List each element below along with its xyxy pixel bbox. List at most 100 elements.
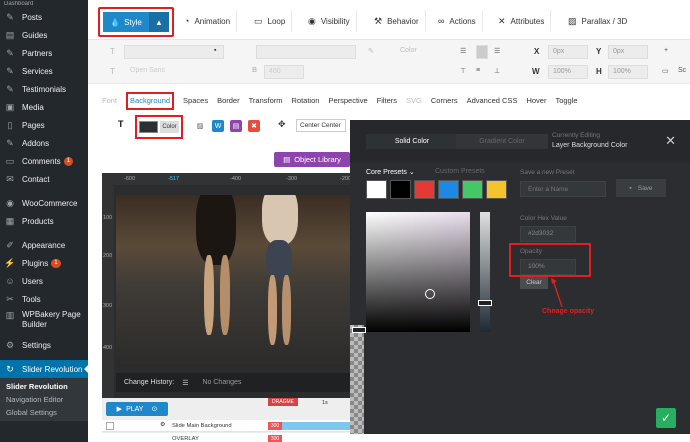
valign-top-icon[interactable]: ⊤ bbox=[460, 67, 466, 75]
sidebar-item-dashboard[interactable]: Dashboard bbox=[0, 0, 88, 8]
clear-button[interactable]: Clear bbox=[520, 277, 548, 289]
bold-icon[interactable]: B bbox=[252, 67, 257, 74]
sidebar-item-services[interactable]: ✎ Services bbox=[0, 62, 88, 80]
preset-swatch-green[interactable] bbox=[462, 180, 483, 199]
custom-presets-tab[interactable]: Custom Presets bbox=[435, 168, 485, 175]
preset-swatch-black[interactable] bbox=[390, 180, 411, 199]
font-size-field[interactable] bbox=[124, 45, 224, 59]
preset-swatch-yellow[interactable] bbox=[486, 180, 507, 199]
timeline-row[interactable]: OVERLAY 300 bbox=[102, 433, 352, 442]
object-library-button[interactable]: ▤ Object Library bbox=[274, 152, 350, 167]
play-button[interactable]: ▶ PLAY ⊙ bbox=[106, 402, 168, 416]
align-center-button[interactable] bbox=[476, 45, 488, 59]
subtab-font[interactable]: Font bbox=[102, 92, 117, 110]
background-position-select[interactable]: Center Center bbox=[296, 119, 346, 132]
tab-visibility[interactable]: ◉ Visibility bbox=[302, 10, 357, 32]
alpha-strip[interactable] bbox=[350, 325, 364, 434]
subtab-rotation[interactable]: Rotation bbox=[292, 92, 320, 110]
sidebar-item-woocommerce[interactable]: ◉ WooCommerce bbox=[0, 194, 88, 212]
subtab-transform[interactable]: Transform bbox=[249, 92, 283, 110]
tab-attributes[interactable]: ✕ Attributes bbox=[492, 10, 552, 32]
tab-parallax[interactable]: ▨ Parallax / 3D bbox=[562, 10, 633, 32]
x-input[interactable]: 0px bbox=[548, 45, 588, 59]
subtab-spaces[interactable]: Spaces bbox=[183, 92, 208, 110]
subtab-perspective[interactable]: Perspective bbox=[328, 92, 367, 110]
library-icon[interactable]: ▤ bbox=[230, 120, 242, 132]
history-icon[interactable]: ☰ bbox=[182, 379, 188, 387]
sidebar-item-comments[interactable]: ▭ Comments 1 bbox=[0, 152, 88, 170]
sidebar-item-pages[interactable]: ▯ Pages bbox=[0, 116, 88, 134]
save-icon[interactable]: ▪ bbox=[214, 47, 216, 54]
tab-gradient-color[interactable]: Gradient Color bbox=[456, 134, 548, 149]
save-preset-button[interactable]: ▪ Save bbox=[616, 179, 666, 197]
tab-solid-color[interactable]: Solid Color bbox=[366, 134, 458, 149]
sidebar-item-users[interactable]: ☺ Users bbox=[0, 272, 88, 290]
wordpress-icon[interactable]: W bbox=[212, 120, 224, 132]
dragme-handle[interactable]: DRAGME bbox=[268, 398, 298, 406]
editor-canvas[interactable]: -600 -517 -400 -300 -200 100 200 300 400 bbox=[102, 173, 354, 398]
row-track[interactable] bbox=[282, 422, 352, 430]
preset-swatch-blue[interactable] bbox=[438, 180, 459, 199]
subtab-svg[interactable]: SVG bbox=[406, 92, 422, 110]
tab-behavior[interactable]: ⚒ Behavior bbox=[368, 10, 426, 32]
row-checkbox[interactable] bbox=[106, 422, 114, 430]
timeline-row[interactable]: ⚙ Slide Main Background 300 bbox=[102, 420, 352, 432]
subtab-border[interactable]: Border bbox=[217, 92, 240, 110]
subtab-advanced-css[interactable]: Advanced CSS bbox=[467, 92, 518, 110]
valign-middle-icon[interactable]: ≡ bbox=[476, 67, 480, 74]
core-presets-dropdown[interactable]: Core Presets ⌄ bbox=[366, 168, 415, 176]
sidebar-item-tools[interactable]: ✂ Tools bbox=[0, 290, 88, 308]
image-icon[interactable]: ▨ bbox=[194, 120, 206, 132]
sidebar-item-partners[interactable]: ✎ Partners bbox=[0, 44, 88, 62]
tab-actions[interactable]: ∞ Actions bbox=[432, 10, 483, 32]
subtab-filters[interactable]: Filters bbox=[377, 92, 397, 110]
valign-bottom-icon[interactable]: ⊥ bbox=[494, 67, 500, 75]
chevron-up-icon[interactable]: ▲ bbox=[149, 12, 169, 32]
tab-animation[interactable]: ◔ Animation bbox=[178, 10, 238, 32]
y-input[interactable]: 0px bbox=[608, 45, 648, 59]
subtab-toggle[interactable]: Toggle bbox=[555, 92, 577, 110]
subtab-background[interactable]: Background bbox=[126, 92, 175, 110]
saturation-picker[interactable] bbox=[366, 212, 470, 332]
hue-handle[interactable] bbox=[478, 300, 492, 306]
preset-swatch-red[interactable] bbox=[414, 180, 435, 199]
sidebar-item-settings[interactable]: ⚙ Settings bbox=[0, 336, 88, 354]
plus-icon[interactable]: + bbox=[664, 47, 668, 54]
close-icon[interactable]: ✕ bbox=[665, 134, 676, 147]
background-color-selector[interactable]: Color bbox=[135, 115, 183, 139]
sidebar-item-media[interactable]: ▣ Media bbox=[0, 98, 88, 116]
confirm-check-icon[interactable]: ✓ bbox=[656, 408, 676, 428]
preset-name-input[interactable] bbox=[520, 181, 606, 197]
hue-slider[interactable] bbox=[480, 212, 490, 332]
tab-loop[interactable]: ▭ Loop bbox=[248, 10, 293, 32]
sidebar-item-plugins[interactable]: ⚡ Plugins 1 bbox=[0, 254, 88, 272]
subtab-hover[interactable]: Hover bbox=[526, 92, 546, 110]
align-left-icon[interactable]: ☰ bbox=[460, 47, 466, 55]
hex-input[interactable]: #2d3032 bbox=[520, 226, 576, 242]
picker-handle[interactable] bbox=[425, 289, 435, 299]
subtab-corners[interactable]: Corners bbox=[431, 92, 458, 110]
sidebar-item-testimonials[interactable]: ✎ Testimonials bbox=[0, 80, 88, 98]
sidebar-item-products[interactable]: ▦ Products bbox=[0, 212, 88, 230]
preset-swatch-white[interactable] bbox=[366, 180, 387, 199]
sidebar-item-addons[interactable]: ✎ Addons bbox=[0, 134, 88, 152]
sidebar-item-slider-revolution[interactable]: ↻ Slider Revolution bbox=[0, 360, 88, 378]
width-input[interactable]: 100% bbox=[548, 65, 588, 79]
submenu-slider-revolution[interactable]: Slider Revolution bbox=[0, 380, 88, 393]
sidebar-item-appearance[interactable]: ✐ Appearance bbox=[0, 236, 88, 254]
opacity-input[interactable]: 100% bbox=[520, 259, 576, 275]
font-family-select[interactable]: Open Sans bbox=[124, 65, 224, 79]
font-weight-select[interactable]: 400 bbox=[264, 65, 304, 79]
sidebar-item-guides[interactable]: ▤ Guides bbox=[0, 26, 88, 44]
height-input[interactable]: 100% bbox=[608, 65, 648, 79]
alpha-handle[interactable] bbox=[352, 327, 366, 333]
line-height-field[interactable] bbox=[256, 45, 356, 59]
trash-icon[interactable]: ✖ bbox=[248, 120, 260, 132]
submenu-navigation-editor[interactable]: Navigation Editor bbox=[0, 393, 88, 406]
style-button[interactable]: 💧 Style ▲ bbox=[98, 7, 174, 37]
sidebar-item-contact[interactable]: ✉ Contact bbox=[0, 170, 88, 188]
sidebar-item-wpbakery[interactable]: ▥ WPBakery Page Builder bbox=[0, 308, 88, 336]
align-right-icon[interactable]: ☰ bbox=[494, 47, 500, 55]
submenu-global-settings[interactable]: Global Settings bbox=[0, 406, 88, 419]
sidebar-item-posts[interactable]: ✎ Posts bbox=[0, 8, 88, 26]
